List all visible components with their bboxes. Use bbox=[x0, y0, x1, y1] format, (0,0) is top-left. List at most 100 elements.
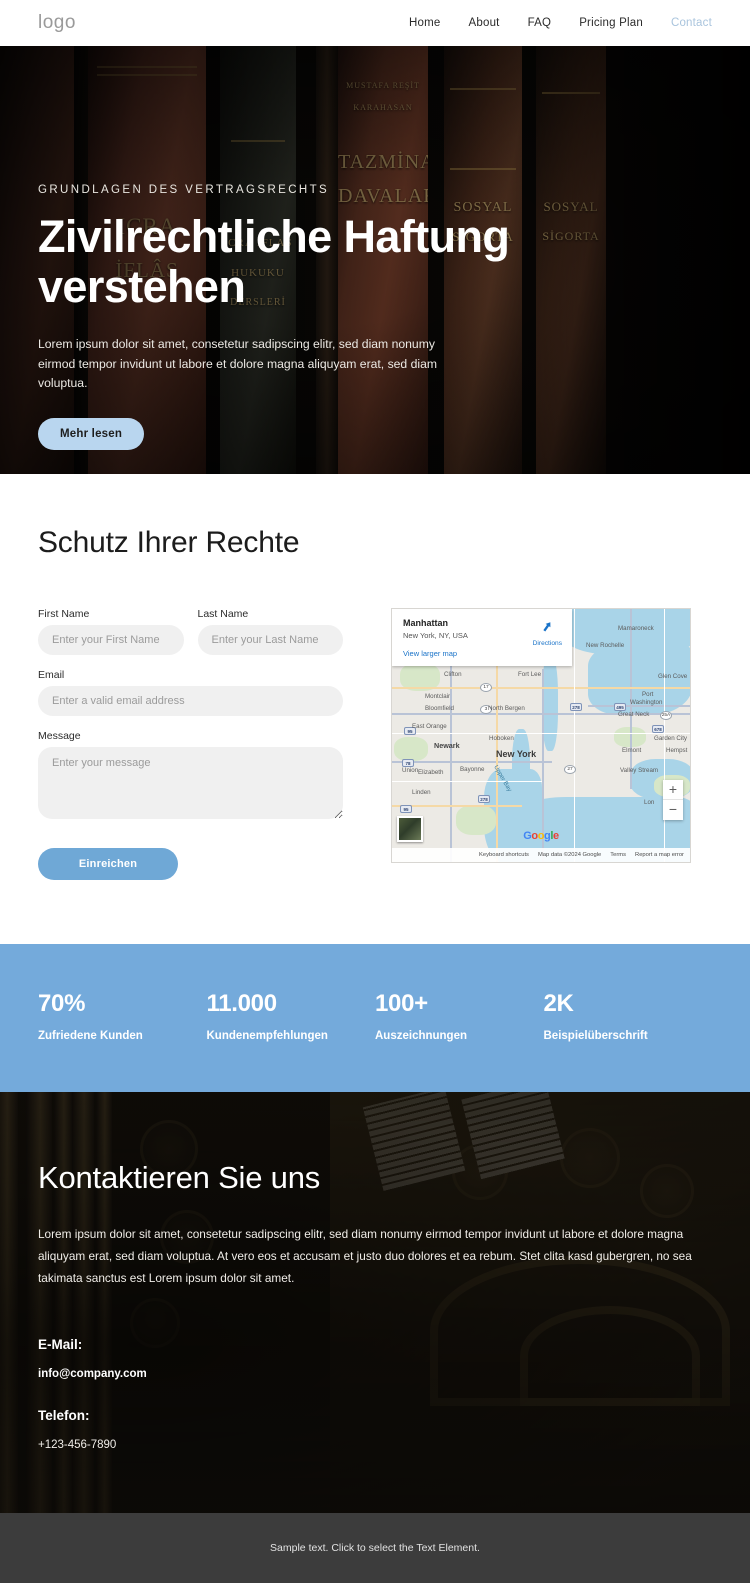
map-label: Hoboken bbox=[489, 735, 514, 742]
stat-label: Auszeichnungen bbox=[375, 1030, 468, 1042]
last-name-label: Last Name bbox=[197, 608, 249, 620]
map-footer-bar: Keyboard shortcuts Map data ©2024 Google… bbox=[392, 848, 690, 862]
stat-number: 11.000 bbox=[206, 990, 278, 1017]
first-name-label: First Name bbox=[38, 608, 90, 620]
stat-item: 70% Zufriedene Kunden bbox=[38, 990, 207, 1042]
map-label: Great Neck bbox=[618, 711, 650, 718]
message-label: Message bbox=[38, 730, 81, 742]
view-larger-map-link[interactable]: View larger map bbox=[403, 649, 561, 658]
email-field-group: Email bbox=[38, 669, 343, 716]
map-label: Bayonne bbox=[460, 766, 485, 773]
last-name-input[interactable] bbox=[197, 625, 343, 655]
nav-item-contact[interactable]: Contact bbox=[671, 17, 712, 29]
contact-description: Lorem ipsum dolor sit amet, consetetur s… bbox=[38, 1227, 692, 1285]
google-map[interactable]: 95 78 278 95 495 678 278 17 3 27 25A New… bbox=[391, 608, 691, 863]
page-root: logo Home About FAQ Pricing Plan Contact… bbox=[0, 0, 750, 1583]
route-marker-icon: 17 bbox=[480, 683, 492, 692]
first-name-field-group: First Name bbox=[38, 608, 184, 655]
zoom-out-button[interactable]: − bbox=[663, 800, 683, 820]
map-label: Hempst bbox=[666, 747, 688, 754]
contact-section: Kontaktieren Sie uns Lorem ipsum dolor s… bbox=[0, 1092, 750, 1514]
street-view-thumbnail[interactable] bbox=[397, 816, 423, 842]
highway-shield-icon: 278 bbox=[478, 795, 490, 803]
phone-heading: Telefon: bbox=[38, 1408, 90, 1424]
directions-button[interactable]: Directions bbox=[533, 620, 562, 647]
nav-item-faq[interactable]: FAQ bbox=[528, 17, 552, 29]
map-label: Port bbox=[642, 691, 654, 698]
email-address[interactable]: info@company.com bbox=[38, 1368, 712, 1380]
first-name-input[interactable] bbox=[38, 625, 184, 655]
map-label: North Bergen bbox=[488, 705, 525, 712]
google-logo: Google bbox=[523, 830, 559, 842]
map-label: Elmont bbox=[622, 747, 642, 754]
highway-shield-icon: 495 bbox=[614, 703, 626, 711]
email-label: Email bbox=[38, 669, 65, 681]
last-name-field-group: Last Name bbox=[197, 608, 343, 655]
map-label: Mamaroneck bbox=[618, 625, 654, 632]
stat-label: Zufriedene Kunden bbox=[38, 1030, 143, 1042]
map-label: East Orange bbox=[412, 723, 447, 730]
email-heading: E-Mail: bbox=[38, 1337, 83, 1353]
directions-label: Directions bbox=[532, 640, 562, 647]
highway-shield-icon: 78 bbox=[402, 759, 414, 767]
highway-shield-icon: 278 bbox=[570, 703, 582, 711]
message-field-group: Message bbox=[38, 730, 343, 824]
site-footer: Sample text. Click to select the Text El… bbox=[0, 1513, 750, 1583]
map-info-card: Manhattan New York, NY, USA View larger … bbox=[392, 609, 572, 666]
map-label: Lon bbox=[644, 799, 655, 806]
nav-item-home[interactable]: Home bbox=[409, 17, 440, 29]
phone-number[interactable]: +123-456-7890 bbox=[38, 1439, 712, 1451]
statistics-section: 70% Zufriedene Kunden 11.000 Kundenempfe… bbox=[0, 944, 750, 1092]
map-label: Union bbox=[402, 767, 419, 774]
route-marker-icon: 25A bbox=[660, 711, 672, 720]
hero-section: ICRA İFLÂS İCRA İFLAS HUKUKU DERSLERİ MU… bbox=[0, 46, 750, 474]
stat-number: 100+ bbox=[375, 990, 428, 1017]
map-label: Montclair bbox=[425, 693, 451, 700]
map-label: New Rochelle bbox=[586, 642, 625, 649]
stat-label: Beispielüberschrift bbox=[543, 1030, 648, 1042]
stat-number: 2K bbox=[543, 990, 574, 1017]
map-label: Clifton bbox=[444, 671, 462, 678]
map-label: Valley Stream bbox=[620, 767, 659, 774]
stat-number: 70% bbox=[38, 990, 86, 1017]
map-label: Bloomfield bbox=[425, 705, 454, 712]
report-map-error-link[interactable]: Report a map error bbox=[635, 852, 684, 858]
directions-icon bbox=[543, 622, 551, 632]
stat-item: 2K Beispielüberschrift bbox=[544, 990, 713, 1042]
map-data-attribution: Map data ©2024 Google bbox=[537, 852, 602, 858]
hero-eyebrow: GRUNDLAGEN DES VERTRAGSRECHTS bbox=[38, 184, 330, 196]
contact-title: Kontaktieren Sie uns bbox=[38, 1160, 321, 1195]
site-header: logo Home About FAQ Pricing Plan Contact bbox=[0, 0, 750, 46]
map-label: Elizabeth bbox=[418, 769, 444, 776]
map-label: Linden bbox=[412, 789, 431, 796]
stat-label: Kundenempfehlungen bbox=[206, 1030, 328, 1042]
map-label: Washington bbox=[630, 699, 663, 706]
contact-form-section: Schutz Ihrer Rechte First Name Last Name… bbox=[0, 474, 750, 944]
message-textarea[interactable] bbox=[38, 747, 343, 819]
nav-item-about[interactable]: About bbox=[469, 17, 500, 29]
map-zoom-controls[interactable]: + − bbox=[663, 780, 683, 820]
contact-form: First Name Last Name Email Message bbox=[38, 608, 343, 880]
keyboard-shortcuts-link[interactable]: Keyboard shortcuts bbox=[479, 852, 529, 858]
nav-item-pricing-plan[interactable]: Pricing Plan bbox=[579, 17, 643, 29]
section-title: Schutz Ihrer Rechte bbox=[38, 526, 300, 559]
submit-button[interactable]: Einreichen bbox=[38, 848, 178, 880]
zoom-in-button[interactable]: + bbox=[663, 780, 683, 800]
map-label: Garden City bbox=[654, 735, 688, 742]
route-marker-icon: 27 bbox=[564, 765, 576, 774]
stat-item: 11.000 Kundenempfehlungen bbox=[207, 990, 376, 1042]
map-label: Glen Cove bbox=[658, 673, 688, 680]
read-more-button[interactable]: Mehr lesen bbox=[38, 418, 145, 451]
map-label: New York bbox=[496, 749, 537, 759]
map-label: Newark bbox=[434, 741, 460, 750]
site-logo[interactable]: logo bbox=[38, 12, 76, 34]
map-label: Fort Lee bbox=[518, 671, 542, 678]
footer-text[interactable]: Sample text. Click to select the Text El… bbox=[270, 1542, 480, 1554]
main-navigation: Home About FAQ Pricing Plan Contact bbox=[409, 17, 712, 29]
stat-item: 100+ Auszeichnungen bbox=[375, 990, 544, 1042]
terms-link[interactable]: Terms bbox=[610, 852, 626, 858]
email-input[interactable] bbox=[38, 686, 343, 716]
highway-shield-icon: 95 bbox=[400, 805, 412, 813]
highway-shield-icon: 678 bbox=[652, 725, 664, 733]
hero-title: Zivilrechtliche Haftung verstehen bbox=[38, 211, 510, 313]
